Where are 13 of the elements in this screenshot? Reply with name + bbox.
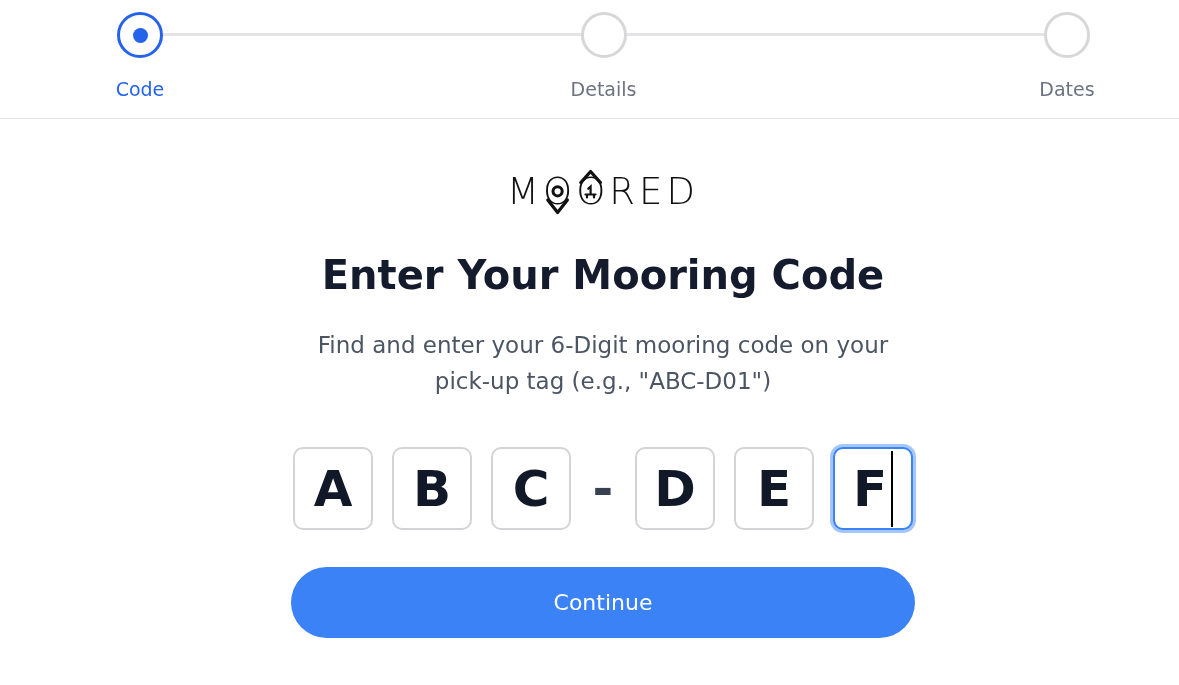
code-separator: - (591, 458, 615, 519)
code-input-field[interactable]: B (392, 447, 472, 530)
step-label: Dates (1039, 77, 1095, 101)
continue-button[interactable]: Continue (291, 567, 915, 638)
code-input-field[interactable]: C (491, 447, 571, 530)
code-input-field[interactable]: D (635, 447, 715, 530)
code-input-field[interactable]: F (833, 447, 913, 530)
step-label: Code (115, 77, 165, 101)
code-input-field[interactable]: E (734, 447, 814, 530)
page-heading: Enter Your Mooring Code (321, 251, 885, 300)
step-label: Details (570, 77, 637, 101)
code-input-field[interactable]: A (293, 447, 373, 530)
instructions-text: Find and enter your 6-Digit mooring code on your pick-up tag (e.g., "ABC-D01") (316, 331, 890, 396)
